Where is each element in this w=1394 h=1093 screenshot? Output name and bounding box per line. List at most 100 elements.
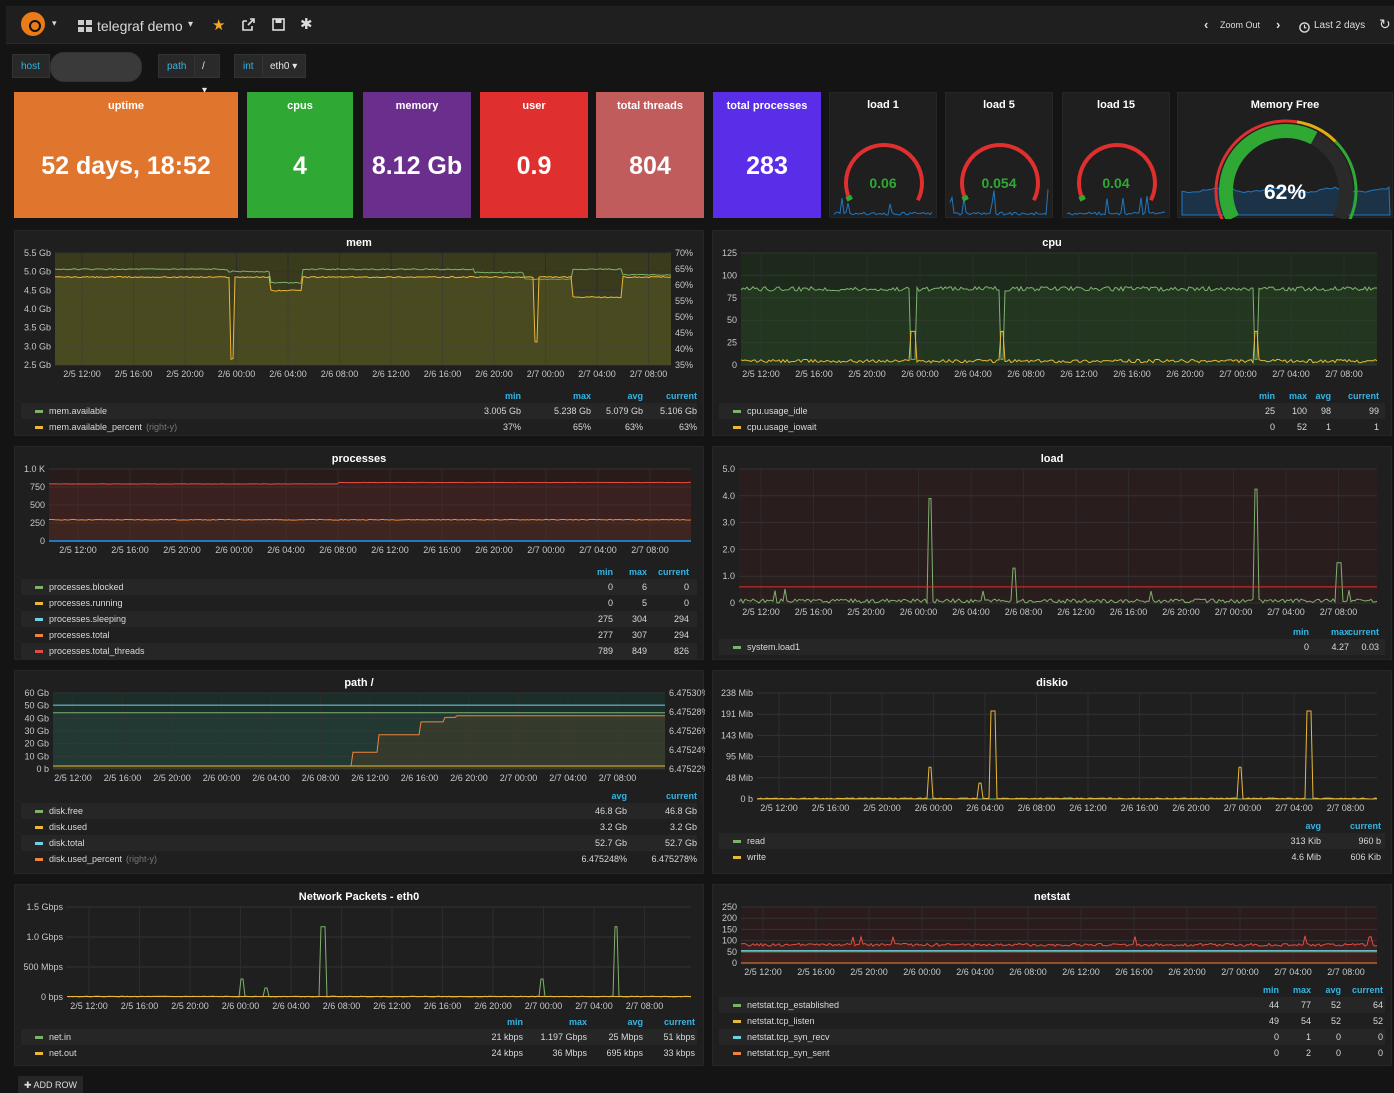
logo-caret-icon[interactable]: ▾ [52,18,57,29]
graph-panel-cpu[interactable]: cpu 125 100 75 50 25 0 2/5 12:00 2/5 16:00 2/5 20… [712,230,1392,436]
legend-row[interactable]: net.out 24 kbps 36 Mbps 695 kbps 33 kbps [21,1045,697,1061]
legend-row[interactable]: netstat.tcp_syn_recv 0 1 0 0 [719,1029,1385,1045]
share-icon[interactable] [242,18,255,31]
legend-row[interactable]: processes.blocked 0 6 0 [21,579,697,595]
x-tick-label: 2/6 08:00 [319,545,357,555]
gear-icon[interactable]: ✱ [300,15,313,33]
x-tick-label: 2/5 12:00 [59,545,97,555]
chevron-left-icon[interactable]: ‹ [1204,17,1208,32]
legend-row[interactable]: disk.total 52.7 Gb 52.7 Gb [21,835,697,851]
x-tick-label: 2/6 04:00 [954,369,992,379]
gauge-panel-load-1[interactable]: load 1 0.06 [829,92,937,218]
y-tick-label: 4.5 Gb [24,285,51,295]
legend-row[interactable]: netstat.tcp_established 44 77 52 64 [719,997,1385,1013]
x-tick-label: 2/7 08:00 [626,1001,664,1011]
legend-row[interactable]: processes.total_threads 789 849 826 [21,643,697,659]
y2-tick-label: 70% [675,248,693,258]
legend-row[interactable]: cpu.usage_iowait 0 52 1 1 [719,419,1385,435]
graph-panel-net[interactable]: Network Packets - eth0 1.5 Gbps 1.0 Gbps 50… [14,884,704,1066]
legend-row[interactable]: processes.running 0 5 0 [21,595,697,611]
var-value-host[interactable] [50,52,142,82]
legend-header-current[interactable]: current [639,567,689,577]
x-tick-label: 2/5 20:00 [848,369,886,379]
legend-series-name: cpu.usage_iowait [747,422,817,432]
legend-row[interactable]: disk.free 46.8 Gb 46.8 Gb [21,803,697,819]
x-tick-label: 2/5 12:00 [760,803,798,813]
legend-header-avg[interactable]: avg [593,1017,643,1027]
legend-row[interactable]: netstat.tcp_syn_sent 0 2 0 0 [719,1045,1385,1061]
stat-panel-cpus[interactable]: cpus 4 [247,92,353,218]
graph-panel-diskio[interactable]: diskio 238 Mib 191 Mib 143 Mib 95 Mib 48 Mib 0… [712,670,1392,874]
var-dropdown-int[interactable]: eth0 ▾ [262,54,306,78]
legend-row[interactable]: read 313 Kib 960 b [719,833,1385,849]
legend-row[interactable]: net.in 21 kbps 1.197 Gbps 25 Mbps 51 kbps [21,1029,697,1045]
legend-header-max[interactable]: max [541,391,591,401]
stat-panel-memory[interactable]: memory 8.12 Gb [363,92,471,218]
y-tick-label: 250 [722,902,737,912]
legend-row[interactable]: mem.available_percent (right-y) 37% 65% 63% 6… [21,419,697,435]
graph-panel-load[interactable]: load 5.0 4.0 3.0 2.0 1.0 0 2/5 12:00 2/5 16:00 2/… [712,446,1392,660]
legend-row[interactable]: disk.used_percent (right-y) 6.475248% 6.475… [21,851,697,867]
dashboard-grid-icon [78,19,92,31]
legend-value: 46.8 Gb [557,803,627,819]
legend-header-avg[interactable]: avg [1281,391,1331,401]
legend-header-avg[interactable]: avg [593,391,643,401]
var-label-host: host [12,54,50,78]
legend-swatch [35,410,43,413]
graph-panel-netstat[interactable]: netstat 250 200 150 100 50 0 2/5 12:00 2/5 16:00… [712,884,1392,1066]
legend-row[interactable]: write 4.6 Mib 606 Kib [719,849,1385,865]
x-tick-label: 2/7 00:00 [525,1001,563,1011]
graph-panel-path[interactable]: path /60 Gb 50 Gb 40 Gb 30 Gb 20 Gb 10 Gb 0 b6… [14,670,704,874]
legend-header-current[interactable]: current [647,791,697,801]
grafana-logo-icon[interactable] [18,9,48,39]
legend-swatch [733,1020,741,1023]
legend-row[interactable]: system.load1 0 4.27 0.03 [719,639,1385,655]
dashboard-title[interactable]: telegraf demo [97,18,183,34]
graph-svg: 12510075502502/5 12:00 2/5 16:00 2/5 20:00… [713,231,1393,391]
legend-row[interactable]: netstat.tcp_listen 49 54 52 52 [719,1013,1385,1029]
time-range-picker[interactable]: Last 2 days [1314,20,1365,31]
legend-header-avg[interactable]: avg [577,791,627,801]
legend-row[interactable]: cpu.usage_idle 25 100 98 99 [719,403,1385,419]
graph-panel-mem[interactable]: mem 5.5 Gb 5.0 Gb 4.5 Gb 4.0 Gb 3.5 Gb 3.0 Gb 2… [14,230,704,436]
legend-series-name: netstat.tcp_listen [747,1016,815,1026]
gauge-panel-load-5[interactable]: load 5 0.054 [945,92,1053,218]
save-icon[interactable] [272,18,285,31]
legend-row[interactable]: disk.used 3.2 Gb 3.2 Gb [21,819,697,835]
legend-swatch [35,650,43,653]
graph-panel-processes[interactable]: processes 1.0 K 750 500 250 0 2/5 12:00 2/5 16:… [14,446,704,660]
stat-panel-user[interactable]: user 0.9 [480,92,588,218]
add-row-button[interactable]: ✚ ADD ROW [18,1076,83,1093]
stat-panel-uptime[interactable]: uptime 52 days, 18:52 [14,92,238,218]
y2-tick-label: 35% [675,360,693,370]
zoom-out-button[interactable]: Zoom Out [1220,20,1260,30]
legend-row[interactable]: mem.available 3.005 Gb 5.238 Gb 5.079 Gb 5.1… [21,403,697,419]
legend-header-current[interactable]: current [1329,627,1379,637]
legend-header-current[interactable]: current [1331,821,1381,831]
y-tick-label: 200 [722,913,737,923]
x-tick-label: 2/6 04:00 [269,369,307,379]
legend-row[interactable]: processes.total 277 307 294 [21,627,697,643]
dashboard-title-caret-icon[interactable]: ▾ [188,19,193,30]
y2-tick-label: 55% [675,296,693,306]
y2-tick-label: 45% [675,328,693,338]
gauge-panel-memory-free[interactable]: Memory Free 62% [1177,92,1393,218]
chevron-right-icon[interactable]: › [1276,17,1280,32]
gauge-panel-load-15[interactable]: load 15 0.04 [1062,92,1170,218]
legend-header-max[interactable]: max [537,1017,587,1027]
refresh-icon[interactable]: ↻ [1379,16,1391,33]
x-tick-label: 2/7 04:00 [575,1001,613,1011]
var-dropdown-path[interactable]: / ▾ [194,54,220,78]
legend-header-current[interactable]: current [1333,985,1383,995]
legend-header-current[interactable]: current [647,391,697,401]
legend-header-min[interactable]: min [471,391,521,401]
stat-panel-total-processes[interactable]: total processes 283 [713,92,821,218]
legend-header-current[interactable]: current [645,1017,695,1027]
legend-header-min[interactable]: min [473,1017,523,1027]
legend-header-current[interactable]: current [1329,391,1379,401]
legend-header-avg[interactable]: avg [1271,821,1321,831]
legend-swatch [733,840,741,843]
star-icon[interactable]: ★ [212,16,225,34]
stat-panel-total-threads[interactable]: total threads 804 [596,92,704,218]
legend-row[interactable]: processes.sleeping 275 304 294 [21,611,697,627]
